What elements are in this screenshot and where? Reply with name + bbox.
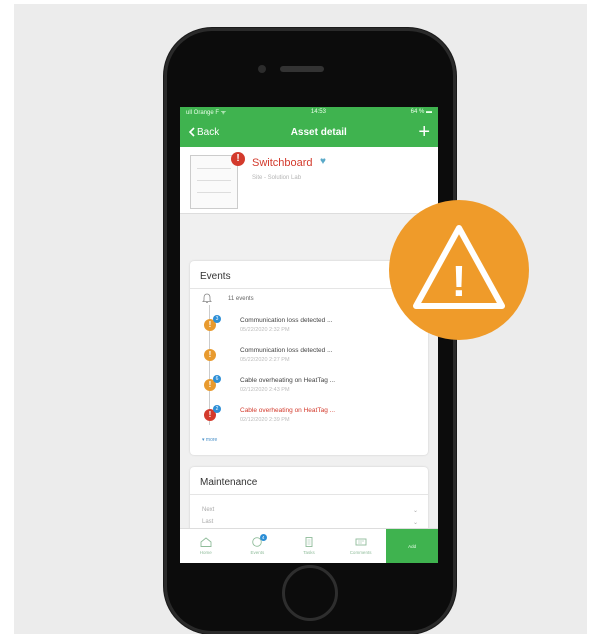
- tab-bar: Home 4 Events Tasks Comments Add: [180, 528, 438, 563]
- event-badge: 3: [213, 315, 221, 323]
- event-name: Communication loss detected ...: [240, 347, 333, 354]
- tab-tasks[interactable]: Tasks: [283, 529, 335, 563]
- tab-label: Home: [199, 550, 212, 555]
- events-count: 11 events: [228, 295, 254, 302]
- tab-events[interactable]: 4 Events: [232, 529, 284, 563]
- tab-home[interactable]: Home: [180, 529, 232, 563]
- tab-comments[interactable]: Comments: [335, 529, 387, 563]
- asset-name: Switchboard: [252, 157, 313, 169]
- tab-label: Comments: [349, 550, 372, 555]
- event-item[interactable]: Cable overheating on HeatTag ... 02/12/2…: [240, 377, 335, 393]
- comments-icon: [355, 538, 367, 546]
- carrier-label: ull Orange F ᯤ: [186, 110, 227, 116]
- event-time: 05/22/2020 2:27 PM: [240, 357, 290, 363]
- nav-bar: Back Asset detail +: [180, 117, 438, 147]
- warning-symbol: !: [452, 257, 467, 306]
- event-time: 05/22/2020 2:32 PM: [240, 327, 290, 333]
- event-item[interactable]: Communication loss detected ... 05/22/20…: [240, 347, 333, 363]
- event-item[interactable]: Cable overheating on HeatTag ... 02/12/2…: [240, 407, 335, 423]
- home-button[interactable]: [282, 565, 338, 621]
- speaker-grill: [280, 66, 324, 72]
- events-count-row: 11 events: [202, 293, 254, 304]
- events-badge: 4: [259, 534, 267, 541]
- page-title: Asset detail: [290, 126, 347, 138]
- event-time: 02/12/2020 2:39 PM: [240, 417, 290, 423]
- event-time: 02/12/2020 2:43 PM: [240, 387, 290, 393]
- status-bar: ull Orange F ᯤ 14:53 64 % ▬: [180, 107, 438, 117]
- alert-icon: !: [231, 152, 245, 166]
- event-name: Cable overheating on HeatTag ...: [240, 377, 336, 384]
- warning-badge: !: [389, 200, 529, 340]
- favorite-icon[interactable]: ♥: [320, 156, 326, 167]
- battery-label: 64 % ▬: [410, 109, 432, 115]
- bell-icon: [202, 293, 212, 303]
- tasks-icon: [305, 537, 313, 547]
- chevron-down-icon[interactable]: ⌄: [413, 507, 418, 514]
- tab-label: Add: [408, 543, 417, 549]
- thumbnail-line: [197, 180, 231, 181]
- asset-thumbnail: [190, 155, 238, 209]
- warning-icon: !: [413, 225, 505, 309]
- thumbnail-line: [197, 192, 231, 193]
- event-badge: 6: [213, 375, 221, 383]
- more-events-link[interactable]: ▾ more: [202, 437, 217, 443]
- chevron-left-icon: [188, 127, 195, 137]
- warning-event-icon: !: [204, 349, 216, 361]
- event-badge: 2: [213, 405, 221, 413]
- back-button[interactable]: Back: [188, 127, 219, 138]
- event-name: Communication loss detected ...: [240, 317, 333, 324]
- chevron-down-icon[interactable]: ⌄: [413, 519, 418, 526]
- tab-label: Tasks: [303, 550, 315, 555]
- clock-label: 14:53: [310, 109, 326, 115]
- home-icon: [200, 537, 212, 547]
- thumbnail-line: [197, 168, 231, 169]
- add-button[interactable]: +: [418, 122, 430, 142]
- maintenance-last: Last: [202, 519, 214, 525]
- event-name: Cable overheating on HeatTag ...: [240, 407, 336, 414]
- event-item[interactable]: Communication loss detected ... 05/22/20…: [240, 317, 333, 333]
- tab-label: Events: [250, 550, 265, 555]
- tab-add[interactable]: Add: [386, 529, 438, 563]
- asset-location: Site - Solution Lab: [252, 175, 302, 181]
- maintenance-next: Next: [202, 507, 215, 513]
- front-camera: [258, 65, 266, 73]
- maintenance-title: Maintenance: [190, 467, 428, 495]
- back-label: Back: [197, 126, 220, 138]
